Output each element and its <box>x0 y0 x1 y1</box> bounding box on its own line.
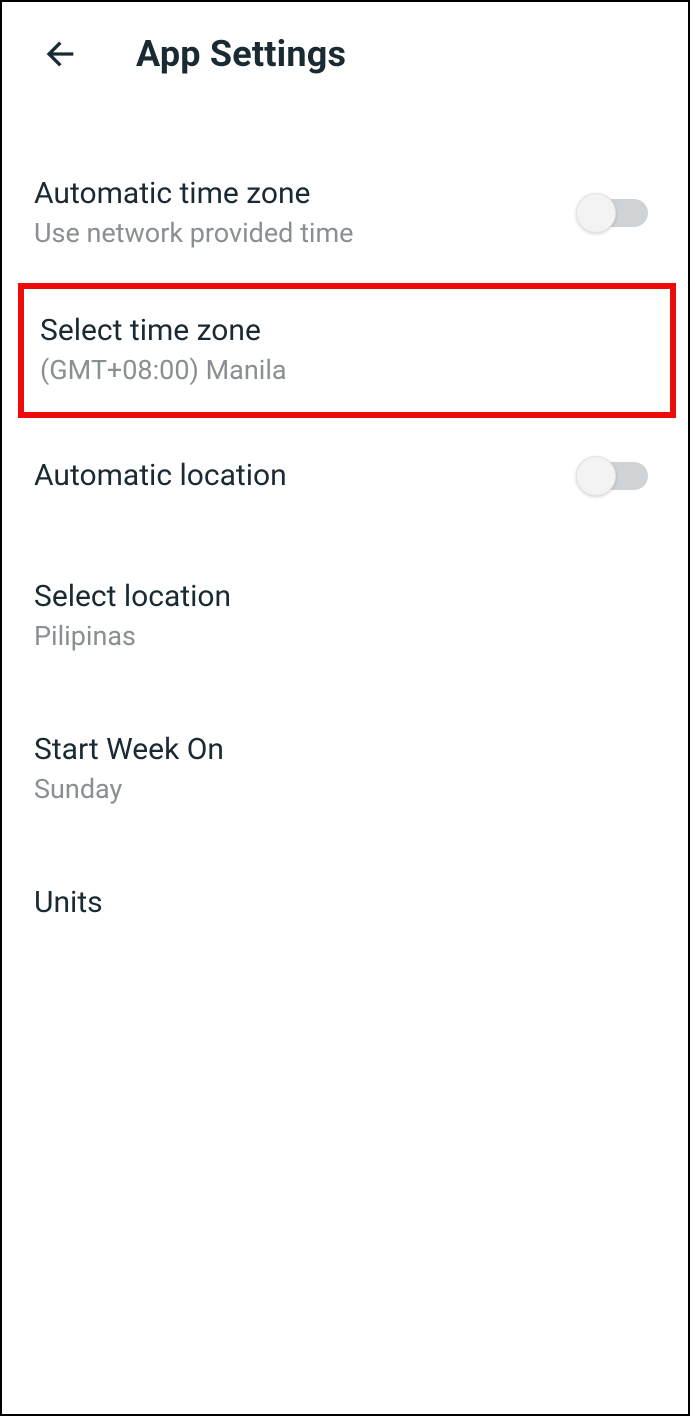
setting-title: Start Week On <box>34 732 224 767</box>
setting-subtitle: Use network provided time <box>34 217 354 249</box>
spacer <box>2 829 688 865</box>
automatic-location-toggle[interactable] <box>582 462 648 490</box>
app-settings-screen: App Settings Automatic time zone Use net… <box>0 0 690 1416</box>
page-title: App Settings <box>136 33 346 75</box>
automatic-time-zone-toggle[interactable] <box>582 199 648 227</box>
setting-text-block: Start Week On Sunday <box>34 732 224 805</box>
back-button[interactable] <box>38 32 82 76</box>
toggle-knob <box>576 456 616 496</box>
setting-text-block: Automatic location <box>34 458 287 493</box>
arrow-left-icon <box>40 34 80 74</box>
automatic-time-zone-row[interactable]: Automatic time zone Use network provided… <box>2 156 688 273</box>
setting-title: Automatic location <box>34 458 287 493</box>
toggle-knob <box>576 193 616 233</box>
units-row[interactable]: Units <box>2 865 688 944</box>
spacer <box>2 523 688 559</box>
start-week-on-row[interactable]: Start Week On Sunday <box>2 712 688 829</box>
setting-subtitle: Sunday <box>34 773 224 805</box>
setting-title: Units <box>34 885 656 920</box>
setting-subtitle: Pilipinas <box>34 620 231 652</box>
setting-text-block: Select time zone (GMT+08:00) Manila <box>40 313 287 386</box>
setting-title: Select location <box>34 579 231 614</box>
setting-text-block: Select location Pilipinas <box>34 579 231 652</box>
setting-text-block: Automatic time zone Use network provided… <box>34 176 354 249</box>
spacer <box>2 676 688 712</box>
select-location-row[interactable]: Select location Pilipinas <box>2 559 688 676</box>
header: App Settings <box>2 2 688 96</box>
setting-title: Select time zone <box>40 313 287 348</box>
setting-subtitle: (GMT+08:00) Manila <box>40 354 287 386</box>
automatic-location-row[interactable]: Automatic location <box>2 428 688 523</box>
setting-title: Automatic time zone <box>34 176 354 211</box>
settings-list: Automatic time zone Use network provided… <box>2 96 688 944</box>
select-time-zone-row[interactable]: Select time zone (GMT+08:00) Manila <box>18 283 676 418</box>
